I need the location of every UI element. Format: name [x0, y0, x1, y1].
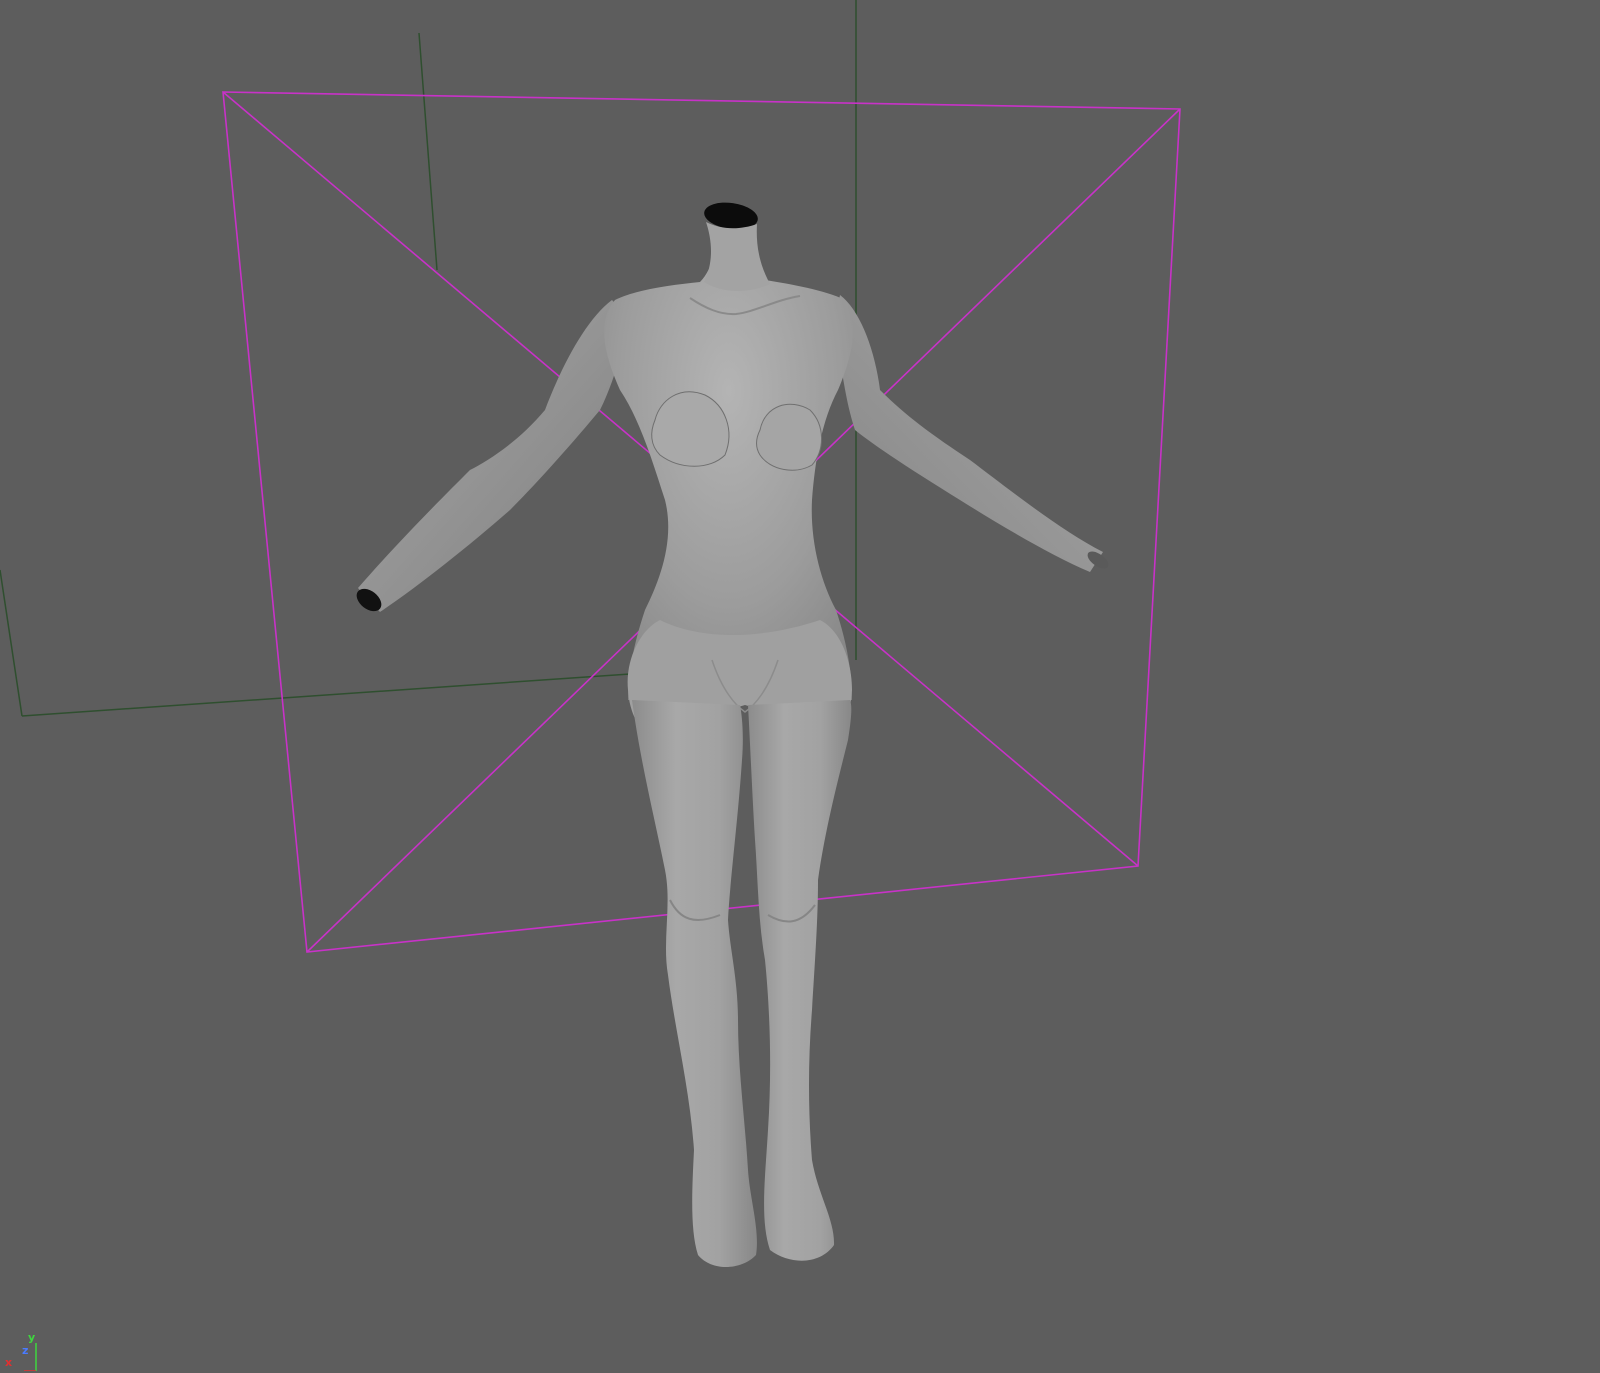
right-arm [835, 295, 1103, 572]
character-mesh [356, 202, 1109, 1268]
3d-viewport[interactable]: y z x [0, 0, 1600, 1373]
left-leg [632, 700, 757, 1268]
grid-line [21, 673, 631, 717]
z-axis-label: z [22, 1344, 29, 1357]
viewport-scene [0, 0, 1181, 1268]
y-axis-label: y [28, 1331, 36, 1344]
grid-line [418, 32, 438, 271]
left-arm [358, 300, 630, 612]
x-axis-label: x [5, 1356, 13, 1369]
neck [704, 222, 770, 291]
grid-line [0, 569, 23, 717]
right-leg [748, 700, 852, 1261]
axis-gizmo: y z x [2, 1331, 46, 1371]
